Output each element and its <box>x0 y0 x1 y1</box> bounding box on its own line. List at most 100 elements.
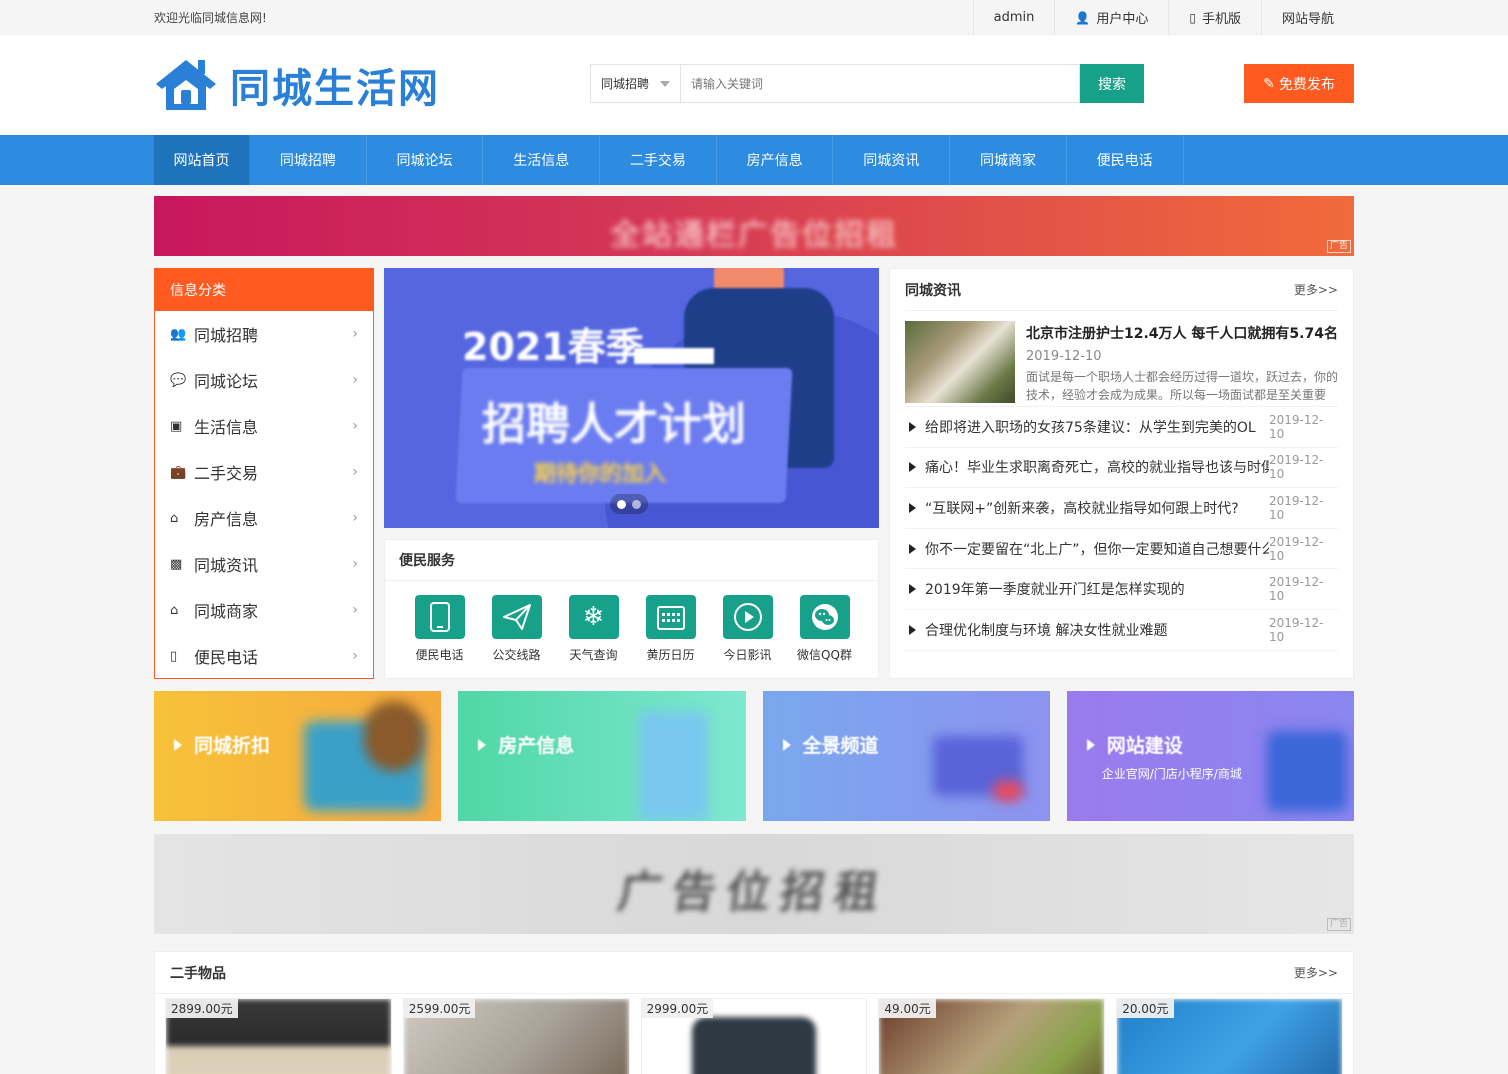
promo-title: 网站建设 <box>1086 731 1183 758</box>
banner-ad-text: 全站通栏广告位招租 <box>610 218 898 253</box>
news-header: 同城资讯 更多>> <box>905 269 1338 311</box>
promo-deco <box>638 711 709 821</box>
bag-icon: 💼 <box>170 464 187 480</box>
top-bar: 欢迎光临同城信息网! admin 👤 用户中心 ▯ 手机版 网站导航 <box>0 0 1508 35</box>
grey-ad-text: 广告位招租 <box>614 867 892 918</box>
news-list-item[interactable]: 合理优化制度与环境 解决女性就业难题 2019-12-10 <box>905 610 1338 651</box>
house-logo-icon <box>156 60 216 110</box>
news-icon: ▩ <box>170 556 183 572</box>
promo-card-website[interactable]: 网站建设 企业官网/门店小程序/商城 <box>1066 691 1354 821</box>
search-button[interactable]: 搜索 <box>1080 64 1144 103</box>
news-list-item[interactable]: 2019年第一季度就业开门红是怎样实现的 2019-12-10 <box>905 569 1338 610</box>
chevron-right-icon: › <box>352 556 358 572</box>
nav-item-shops[interactable]: 同城商家 <box>950 135 1067 185</box>
chevron-down-icon <box>660 80 670 87</box>
featured-news-image <box>905 321 1015 403</box>
middle-column: 2021春季 招聘人才计划 期待你的加入 便民服务 便民电话 公交线路 ❄ 天气… <box>384 268 879 679</box>
caret-right-icon <box>909 624 916 635</box>
item-price: 20.00元 <box>1117 999 1174 1018</box>
chevron-right-icon: › <box>352 510 358 526</box>
ad-tag: 广告 <box>1326 240 1351 253</box>
category-item-life[interactable]: ▣ 生活信息 › <box>155 403 373 449</box>
service-bus[interactable]: 公交线路 <box>478 595 555 663</box>
site-logo[interactable]: 同城生活网 <box>154 56 590 114</box>
promo-subtitle: 企业官网/门店小程序/商城 <box>1101 767 1242 781</box>
service-phone[interactable]: 便民电话 <box>401 595 478 663</box>
promo-card-panorama[interactable]: 全景频道 <box>762 691 1050 821</box>
phone-icon: ▯ <box>170 648 178 664</box>
news-panel: 同城资讯 更多>> 北京市注册护士12.4万人 每千人口就拥有5.74名 201… <box>889 268 1354 679</box>
banner-slider[interactable]: 2021春季 招聘人才计划 期待你的加入 <box>384 268 879 528</box>
nav-item-home[interactable]: 网站首页 <box>154 135 250 185</box>
slider-main-text: 招聘人才计划 <box>482 399 746 450</box>
services-title: 便民服务 <box>385 540 878 581</box>
nav-item-house[interactable]: 房产信息 <box>717 135 834 185</box>
featured-news-info: 北京市注册护士12.4万人 每千人口就拥有5.74名 2019-12-10 面试… <box>1026 321 1338 402</box>
user-center-link[interactable]: 👤 用户中心 <box>1054 0 1168 35</box>
grey-ad-banner[interactable]: 广告位招租 广告 <box>154 834 1354 934</box>
nav-item-phone[interactable]: 便民电话 <box>1067 135 1184 185</box>
news-list-item[interactable]: 给即将进入职场的女孩75条建议：从学生到完美的OL 2019-12-10 <box>905 407 1338 448</box>
welcome-text: 欢迎光临同城信息网! <box>154 11 267 25</box>
used-items-more-link[interactable]: 更多>> <box>1294 964 1338 981</box>
used-items-title: 二手物品 <box>170 965 226 982</box>
featured-news-title[interactable]: 北京市注册护士12.4万人 每千人口就拥有5.74名 <box>1026 323 1338 343</box>
search-category-select[interactable]: 同城招聘 <box>590 64 680 103</box>
used-item-card[interactable]: 2999.00元 <box>640 998 868 1074</box>
slider-dot-2[interactable] <box>632 499 641 509</box>
shop-icon: ⌂ <box>170 602 179 618</box>
note-icon: ▣ <box>170 418 183 434</box>
featured-news[interactable]: 北京市注册护士12.4万人 每千人口就拥有5.74名 2019-12-10 面试… <box>905 311 1338 407</box>
used-item-card[interactable]: 2599.00元 <box>402 998 630 1074</box>
chevron-right-icon: › <box>352 372 358 388</box>
slider-dot-1[interactable] <box>617 499 626 509</box>
chat-icon: 💬 <box>170 372 187 388</box>
search-bar: 同城招聘 搜索 <box>590 64 1145 103</box>
category-item-house[interactable]: ⌂ 房产信息 › <box>155 495 373 541</box>
caret-right-icon <box>782 738 791 751</box>
promo-title: 房产信息 <box>478 731 574 758</box>
promo-cards: 同城折扣 房产信息 全景频道 网站建设 企业官网/门店小程序/商城 <box>154 691 1354 821</box>
category-item-recruit[interactable]: 👥 同城招聘 › <box>155 311 373 357</box>
calendar-icon <box>645 595 696 639</box>
nav-item-forum[interactable]: 同城论坛 <box>367 135 484 185</box>
search-input[interactable] <box>680 64 1080 103</box>
service-calendar[interactable]: 黄历日历 <box>632 595 709 663</box>
publish-button[interactable]: ✎ 免费发布 <box>1244 64 1354 103</box>
chevron-right-icon: › <box>352 418 358 434</box>
news-list-item[interactable]: “互联网+”创新来袭，高校就业指导如何跟上时代? 2019-12-10 <box>905 488 1338 529</box>
item-price: 2899.00元 <box>166 999 238 1018</box>
site-nav-link[interactable]: 网站导航 <box>1260 0 1354 35</box>
main-section: 信息分类 👥 同城招聘 › 💬 同城论坛 › ▣ 生活信息 › 💼 二手交易 › ⌂ 房产信息 › … <box>154 268 1354 679</box>
admin-link[interactable]: admin <box>972 0 1055 35</box>
banner-ad[interactable]: 全站通栏广告位招租 广告 <box>154 196 1354 256</box>
used-item-card[interactable]: 49.00元 <box>878 998 1106 1074</box>
house-icon: ⌂ <box>170 510 179 526</box>
service-weather[interactable]: ❄ 天气查询 <box>555 595 632 663</box>
promo-card-house[interactable]: 房产信息 <box>458 691 746 821</box>
nav-item-life[interactable]: 生活信息 <box>483 135 601 185</box>
slider-headline-bar <box>634 348 714 364</box>
services-grid: 便民电话 公交线路 ❄ 天气查询 黄历日历 今日影讯 微信QQ群 <box>385 581 878 663</box>
category-item-shops[interactable]: ⌂ 同城商家 › <box>155 587 373 633</box>
user-icon: 👤 <box>1075 10 1091 25</box>
news-more-link[interactable]: 更多>> <box>1294 281 1338 298</box>
featured-news-date: 2019-12-10 <box>1026 349 1102 364</box>
used-item-card[interactable]: 20.00元 <box>1116 998 1343 1074</box>
nav-item-news[interactable]: 同城资讯 <box>833 135 951 185</box>
used-item-card[interactable]: 2899.00元 <box>165 998 392 1074</box>
category-item-forum[interactable]: 💬 同城论坛 › <box>155 357 373 403</box>
news-list-item[interactable]: 你不一定要留在“北上广”，但你一定要知道自己想要什么 2019-12-10 <box>905 529 1338 570</box>
item-price: 2599.00元 <box>403 999 476 1018</box>
category-item-secondhand[interactable]: 💼 二手交易 › <box>155 449 373 495</box>
nav-item-recruit[interactable]: 同城招聘 <box>250 135 367 185</box>
promo-card-discount[interactable]: 同城折扣 <box>154 691 442 821</box>
news-list-item[interactable]: 痛心！毕业生求职离奇死亡，高校的就业指导也该与时俱进 2019-12-10 <box>905 448 1338 489</box>
service-groups[interactable]: 微信QQ群 <box>786 595 863 663</box>
service-movies[interactable]: 今日影讯 <box>709 595 786 663</box>
nav-item-secondhand[interactable]: 二手交易 <box>600 135 717 185</box>
category-item-phone[interactable]: ▯ 便民电话 › <box>155 633 373 679</box>
main-nav: 网站首页 同城招聘 同城论坛 生活信息 二手交易 房产信息 同城资讯 同城商家 … <box>0 135 1508 185</box>
category-item-news[interactable]: ▩ 同城资讯 › <box>155 541 373 587</box>
mobile-link[interactable]: ▯ 手机版 <box>1168 0 1261 35</box>
